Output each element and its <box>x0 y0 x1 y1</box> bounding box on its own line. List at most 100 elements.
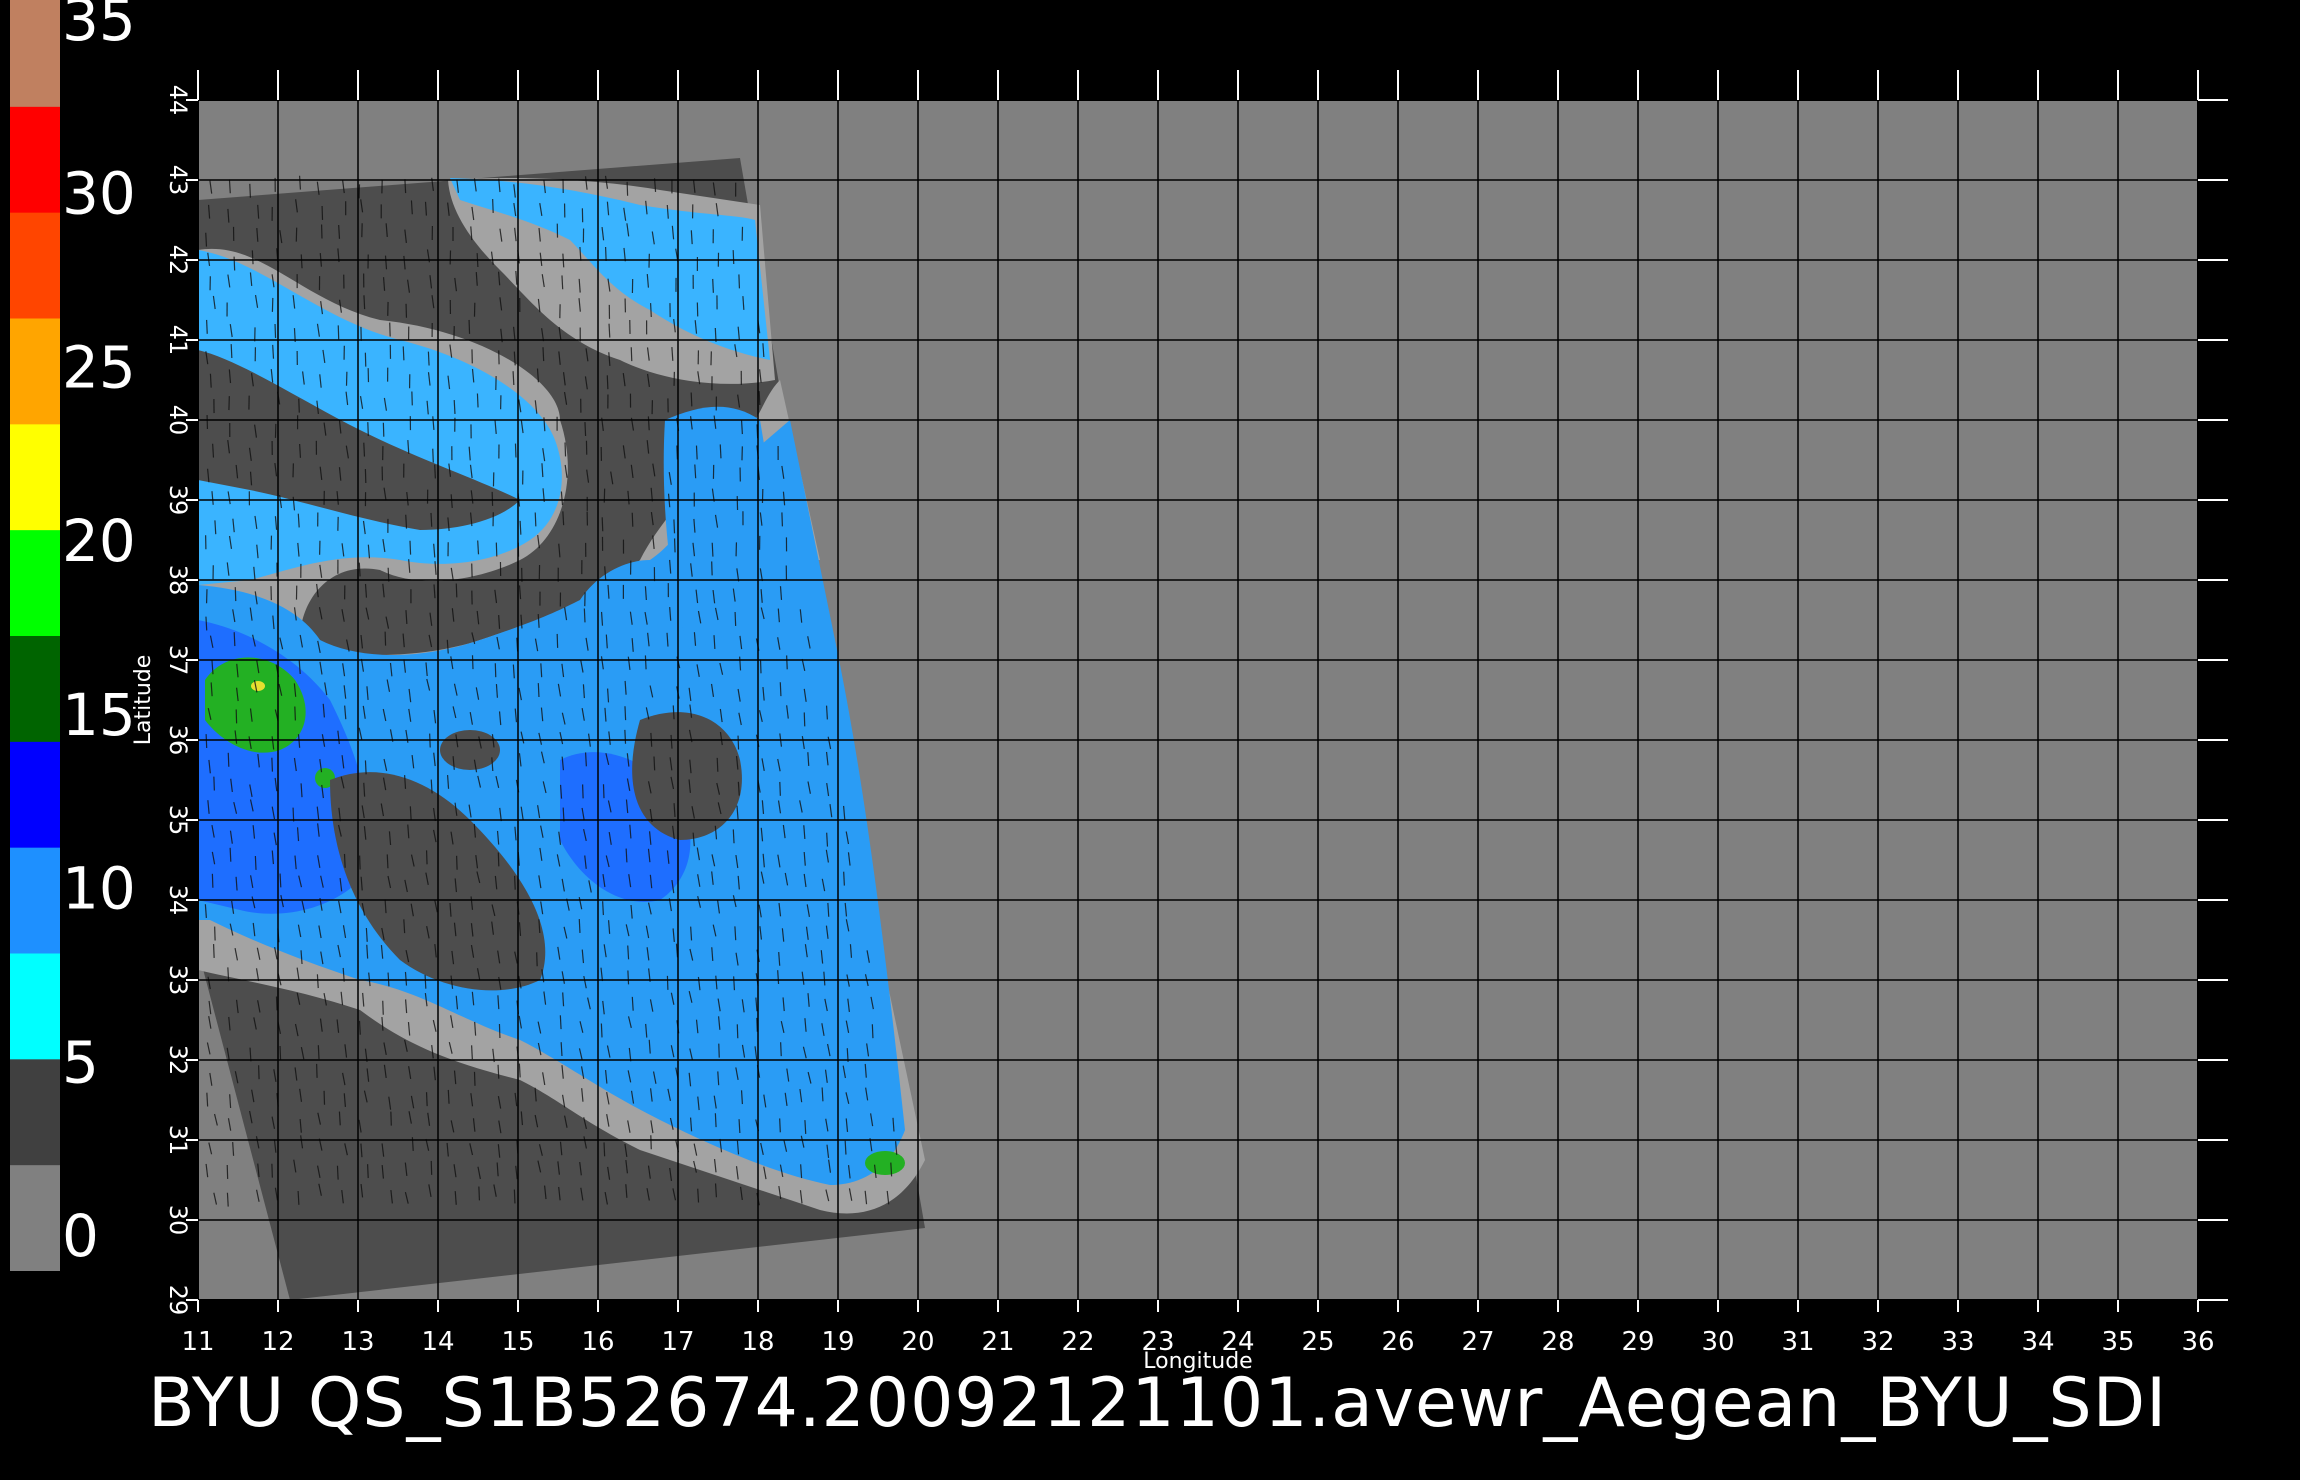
y-tick-label: 35 <box>164 805 192 836</box>
wind-barb <box>779 1118 781 1133</box>
wind-barb <box>647 416 650 431</box>
wind-barb <box>608 323 611 338</box>
y-tick-label: 38 <box>164 565 192 596</box>
wind-barb <box>229 847 232 862</box>
wind-barb <box>736 1024 739 1039</box>
wind-barb <box>786 655 788 670</box>
x-tick-label: 19 <box>821 1327 854 1357</box>
wind-barb <box>478 1186 481 1201</box>
y-tick-label: 40 <box>164 405 192 436</box>
x-tick-label: 32 <box>1861 1327 1894 1357</box>
wind-barb <box>432 448 434 463</box>
wind-barb <box>336 1165 339 1180</box>
wind-barb <box>738 1119 741 1134</box>
colorbar-tick-label: 20 <box>62 507 136 575</box>
wind-barb <box>519 520 522 535</box>
x-tick-label: 22 <box>1061 1327 1094 1357</box>
wind-barb <box>209 373 212 388</box>
wind-barb <box>228 179 231 194</box>
wind-barb <box>606 375 609 390</box>
colorbar-segment <box>10 105 60 213</box>
wind-barb <box>719 444 722 459</box>
wind-barb <box>206 319 208 334</box>
y-tick-label: 33 <box>164 965 192 996</box>
wind-barb <box>672 705 675 720</box>
wind-barb <box>644 655 647 670</box>
x-tick-label: 17 <box>661 1327 694 1357</box>
y-tick-label: 43 <box>164 165 192 196</box>
wind-green-south <box>865 1151 905 1175</box>
wind-barb <box>711 542 714 557</box>
wind-barb <box>212 944 215 958</box>
x-tick-label: 25 <box>1301 1327 1334 1357</box>
x-tick-label: 16 <box>581 1327 614 1357</box>
wind-barb <box>733 976 736 991</box>
y-tick-label: 29 <box>164 1285 192 1316</box>
wind-barb <box>561 275 564 290</box>
wind-barb <box>358 1020 361 1035</box>
wind-barb <box>233 256 236 271</box>
wind-barb <box>780 1042 782 1057</box>
colorbar-segment <box>10 635 60 742</box>
wind-barb <box>205 616 208 631</box>
wind-barb <box>758 391 761 406</box>
x-tick-label: 33 <box>1941 1327 1974 1357</box>
wind-barb <box>455 583 458 598</box>
wind-barb <box>424 974 427 989</box>
wind-barb <box>316 974 319 989</box>
colorbar-segment <box>10 423 60 531</box>
wind-barb <box>227 967 230 982</box>
wind-barb <box>537 683 540 698</box>
wind-barb <box>690 392 693 407</box>
wind-barb <box>542 347 545 362</box>
y-tick-label: 34 <box>164 885 192 916</box>
wind-barb <box>738 274 741 289</box>
colorbar-tick-label: 10 <box>62 855 136 923</box>
wind-barb <box>405 514 408 529</box>
wind-barb <box>411 1137 414 1152</box>
wind-barb <box>695 445 698 460</box>
wind-barb <box>513 351 516 366</box>
wind-barb <box>275 996 278 1011</box>
x-tick-label: 12 <box>261 1327 294 1357</box>
wind-barb <box>581 784 584 799</box>
wind-barb <box>409 806 412 821</box>
wind-barb <box>740 420 743 435</box>
wind-barb <box>712 278 714 293</box>
wind-barb <box>732 829 735 844</box>
wind-barb <box>205 232 208 247</box>
wind-barb <box>427 351 430 366</box>
x-tick-label: 35 <box>2101 1327 2134 1357</box>
wind-barb <box>363 442 366 457</box>
wind-barb <box>601 517 604 532</box>
wind-barb <box>254 855 257 870</box>
colorbar-segment <box>10 952 60 1060</box>
wind-barb <box>779 682 782 697</box>
wind-barb <box>518 1063 521 1078</box>
product-caption: BYU QS_S1B52674.20092121101.avewr_Aegean… <box>148 1364 2168 1443</box>
wind-barb <box>358 562 361 577</box>
wind-barb <box>404 179 407 194</box>
wind-barb <box>630 347 633 362</box>
colorbar-segment <box>10 740 60 848</box>
wind-barb <box>562 511 565 526</box>
wind-barb <box>338 1111 341 1126</box>
wind-barb <box>604 247 607 261</box>
colorbar-segment <box>10 317 60 425</box>
wind-barb <box>425 1092 428 1107</box>
wind-barb <box>714 1183 717 1198</box>
wind-barb <box>779 781 781 796</box>
wind-barb <box>627 970 630 985</box>
wind-barb <box>625 848 628 863</box>
wind-barb <box>471 1045 473 1060</box>
x-tick-label: 18 <box>741 1327 774 1357</box>
wind-barb <box>716 757 719 772</box>
x-tick-label: 30 <box>1701 1327 1734 1357</box>
y-tick-label: 42 <box>164 245 192 276</box>
x-tick-label: 36 <box>2181 1327 2214 1357</box>
wind-barb <box>497 1064 500 1079</box>
wind-barb <box>631 512 634 527</box>
wind-barb <box>453 400 456 414</box>
colorbar-segment <box>10 211 60 319</box>
wind-barb <box>294 706 296 721</box>
